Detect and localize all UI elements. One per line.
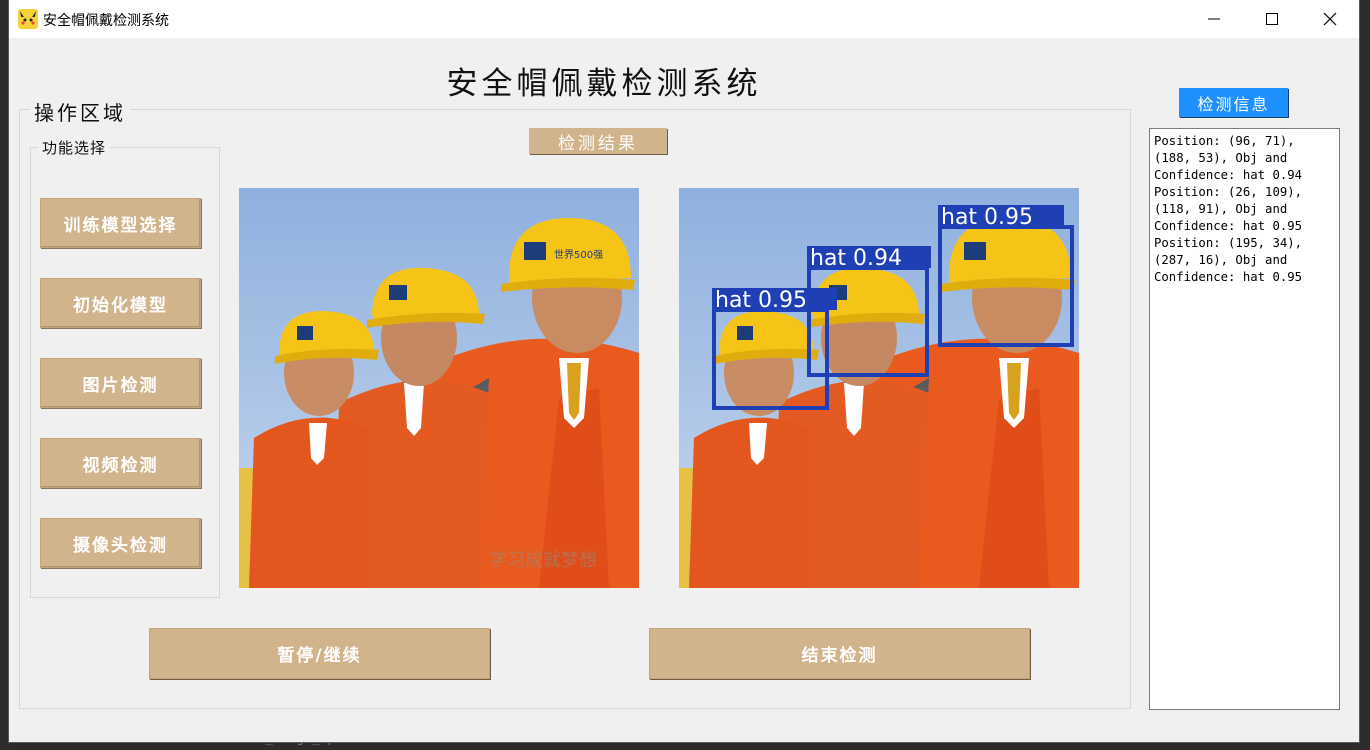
app-window: 安全帽佩戴检测系统 安全帽佩戴检测系统 操作区域 功能选择 训练模型选择 初始化… — [9, 0, 1359, 742]
helmet-logo-text: 世界500强 — [554, 249, 603, 261]
window-title: 安全帽佩戴检测系统 — [43, 13, 169, 29]
train-model-select-button[interactable]: 训练模型选择 — [40, 198, 201, 248]
pause-resume-button[interactable]: 暂停/继续 — [149, 628, 490, 679]
image-detect-button[interactable]: 图片检测 — [40, 358, 201, 408]
detection-label-2: hat 0.94 — [810, 246, 902, 271]
detected-image: hat 0.95 hat 0.94 hat 0.95 — [679, 188, 1079, 588]
video-detect-button[interactable]: 视频检测 — [40, 438, 201, 488]
detection-info-textbox[interactable]: Position: (96, 71), (188, 53), Obj and C… — [1149, 128, 1340, 710]
desktop-left-strip — [0, 0, 9, 750]
watermark-text: 学习成就梦想 — [489, 550, 597, 571]
info-line: (287, 16), Obj and — [1154, 253, 1288, 267]
info-line: (118, 91), Obj and — [1154, 202, 1288, 216]
minimize-button[interactable] — [1185, 0, 1243, 38]
info-line: Position: (96, 71), — [1154, 134, 1295, 148]
detection-label-3: hat 0.95 — [941, 205, 1033, 230]
desktop-right-strip — [1358, 0, 1370, 750]
minimize-icon — [1208, 18, 1220, 20]
info-line: Confidence: hat 0.95 — [1154, 270, 1303, 284]
original-image: 世界500强 学习成就梦想 — [239, 188, 639, 588]
maximize-button[interactable] — [1243, 0, 1301, 38]
info-line: Confidence: hat 0.95 — [1154, 219, 1303, 233]
operation-area-title: 操作区域 — [30, 97, 130, 126]
info-line: (188, 53), Obj and — [1154, 151, 1288, 165]
detection-info-button[interactable]: 检测信息 — [1179, 88, 1288, 117]
pikachu-app-icon — [18, 9, 38, 29]
info-line: Position: (195, 34), — [1154, 236, 1303, 250]
title-bar: 安全帽佩戴检测系统 — [9, 0, 1359, 38]
camera-detect-button[interactable]: 摄像头检测 — [40, 518, 201, 568]
close-icon — [1323, 12, 1337, 26]
init-model-button[interactable]: 初始化模型 — [40, 278, 201, 328]
info-line: Confidence: hat 0.94 — [1154, 168, 1303, 182]
detection-label-1: hat 0.95 — [715, 288, 807, 313]
function-select-title: 功能选择 — [38, 137, 111, 158]
maximize-icon — [1266, 13, 1278, 25]
info-line: Position: (26, 109), — [1154, 185, 1303, 199]
stop-detection-button[interactable]: 结束检测 — [649, 628, 1030, 679]
page-title: 安全帽佩戴检测系统 — [446, 66, 762, 102]
detection-result-label: 检测结果 — [529, 128, 667, 154]
close-button[interactable] — [1301, 0, 1359, 38]
